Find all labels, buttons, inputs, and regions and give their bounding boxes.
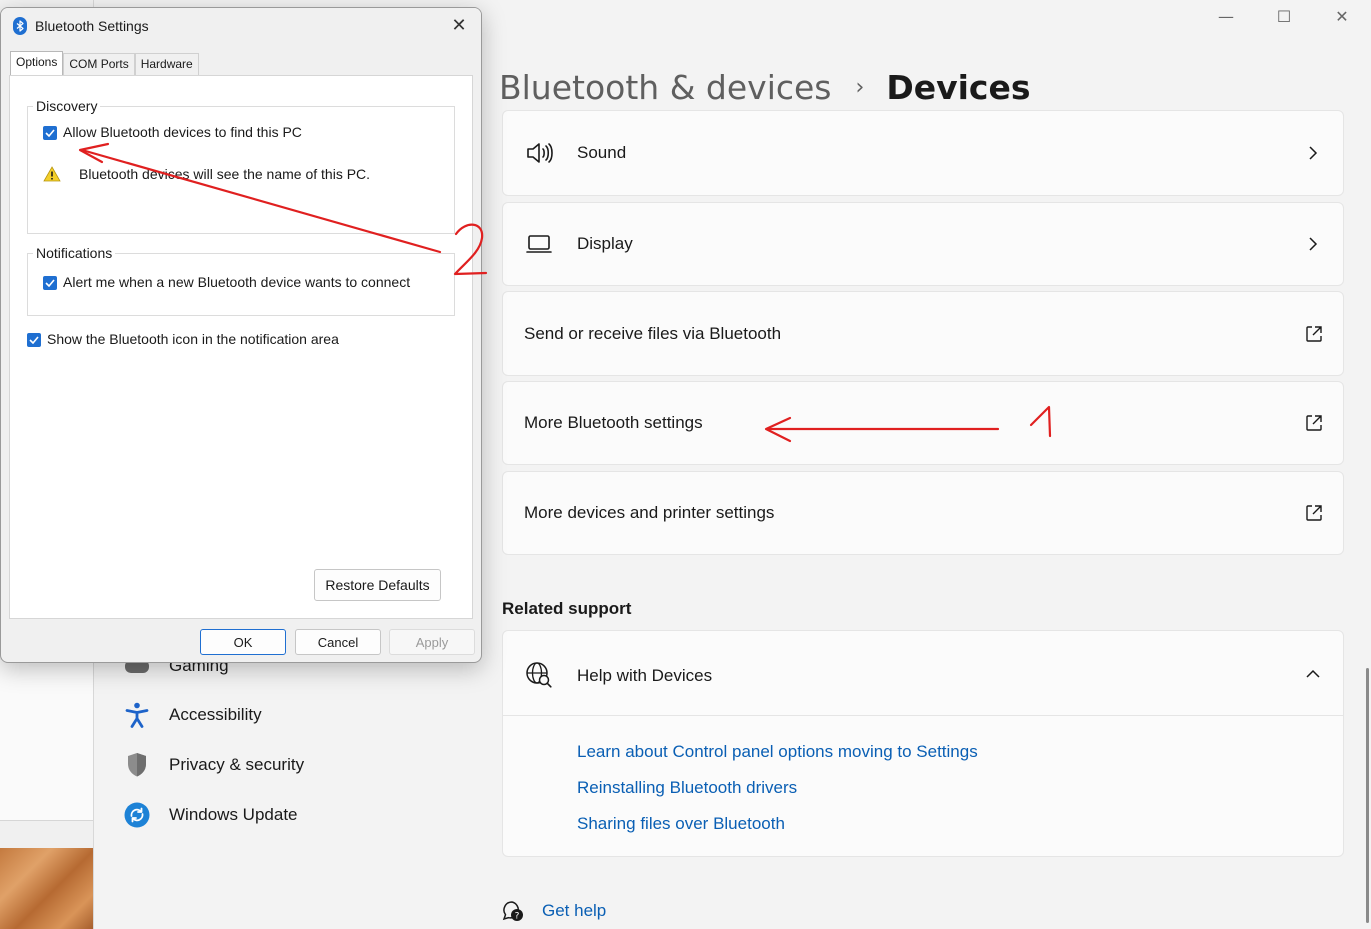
help-link-control-panel[interactable]: Learn about Control panel options moving… [577,742,978,762]
shield-icon [124,752,150,778]
show-bluetooth-icon-label[interactable]: Show the Bluetooth icon in the notificat… [47,331,339,347]
help-link-reinstall-drivers[interactable]: Reinstalling Bluetooth drivers [577,778,797,798]
breadcrumb: Bluetooth & devices › Devices [499,68,1031,107]
checkmark-icon [45,129,55,137]
discovery-group-title: Discovery [33,98,101,114]
show-bluetooth-icon-checkbox[interactable] [27,333,41,347]
dialog-close-button[interactable]: ✕ [449,16,469,36]
help-with-devices-title: Help with Devices [577,666,713,685]
restore-defaults-button[interactable]: Restore Defaults [314,569,441,601]
nav-item-windows-update[interactable]: Windows Update [124,802,298,828]
minimize-button[interactable]: — [1197,0,1255,32]
update-icon [124,802,150,828]
page-title: Devices [886,68,1031,107]
help-with-devices-header[interactable]: Help with Devices [503,631,1343,716]
nav-label: Accessibility [169,705,262,724]
tab-options[interactable]: Options [10,51,64,75]
wallpaper-thumbnail [0,848,93,929]
nav-label: Privacy & security [169,755,305,774]
tab-hardware[interactable]: Hardware [134,53,199,75]
apply-button[interactable]: Apply [389,629,475,655]
cancel-button[interactable]: Cancel [295,629,381,655]
dialog-titlebar[interactable]: Bluetooth Settings ✕ [1,8,481,44]
nav-item-privacy-security[interactable]: Privacy & security [124,752,304,778]
warning-icon [43,166,61,182]
card-label: Sound [577,143,627,162]
dialog-tabs: Options COM Ports Hardware [10,51,199,75]
bluetooth-settings-dialog: Bluetooth Settings ✕ Options COM Ports H… [0,7,482,663]
nav-label: Windows Update [169,805,298,824]
window-controls: — ☐ ✕ [1197,0,1371,32]
close-button[interactable]: ✕ [1313,0,1371,32]
desktop-strip [0,820,93,848]
help-with-devices-card: Help with Devices Learn about Control pa… [502,630,1344,857]
alert-new-device-label[interactable]: Alert me when a new Bluetooth device wan… [63,274,410,290]
send-receive-files-card[interactable]: Send or receive files via Bluetooth [502,291,1344,376]
card-label: Send or receive files via Bluetooth [524,323,782,343]
checkmark-icon [29,336,39,344]
get-help-icon: ? [502,901,523,922]
card-label: Display [577,234,633,253]
card-label: More devices and printer settings [524,503,775,522]
external-link-icon [1306,415,1322,431]
get-help-link[interactable]: ? Get help [502,900,606,922]
ok-button[interactable]: OK [200,629,286,655]
external-link-icon [1306,505,1322,521]
speaker-icon [525,139,553,167]
chevron-right-icon [1309,146,1318,160]
checkmark-icon [45,279,55,287]
dialog-title: Bluetooth Settings [35,18,149,34]
more-devices-printer-card[interactable]: More devices and printer settings [502,471,1344,555]
tab-com-ports[interactable]: COM Ports [63,53,135,75]
globe-search-icon [525,661,553,694]
breadcrumb-separator: › [855,75,865,100]
accessibility-icon [124,702,150,728]
related-support-heading: Related support [502,599,632,618]
laptop-icon [525,230,553,258]
display-card[interactable]: Display [502,202,1344,286]
bluetooth-icon [13,17,27,35]
discovery-warning-text: Bluetooth devices will see the name of t… [79,166,371,182]
desktop-background [0,660,93,820]
nav-item-accessibility[interactable]: Accessibility [124,702,262,728]
maximize-button[interactable]: ☐ [1255,0,1313,32]
help-link-sharing-files[interactable]: Sharing files over Bluetooth [577,814,785,834]
breadcrumb-parent[interactable]: Bluetooth & devices [499,68,832,107]
sound-card[interactable]: Sound [502,110,1344,196]
card-label: More Bluetooth settings [524,413,703,432]
alert-new-device-checkbox[interactable] [43,276,57,290]
more-bluetooth-settings-card[interactable]: More Bluetooth settings [502,381,1344,465]
notifications-group-title: Notifications [33,245,116,261]
get-help-text: Get help [542,901,607,920]
scrollbar[interactable] [1366,668,1369,923]
chevron-right-icon [1309,237,1318,251]
chevron-up-icon[interactable] [1305,666,1321,682]
allow-discovery-checkbox[interactable] [43,126,57,140]
allow-discovery-label[interactable]: Allow Bluetooth devices to find this PC [63,124,302,140]
external-link-icon [1306,325,1322,342]
svg-text:?: ? [515,912,520,922]
